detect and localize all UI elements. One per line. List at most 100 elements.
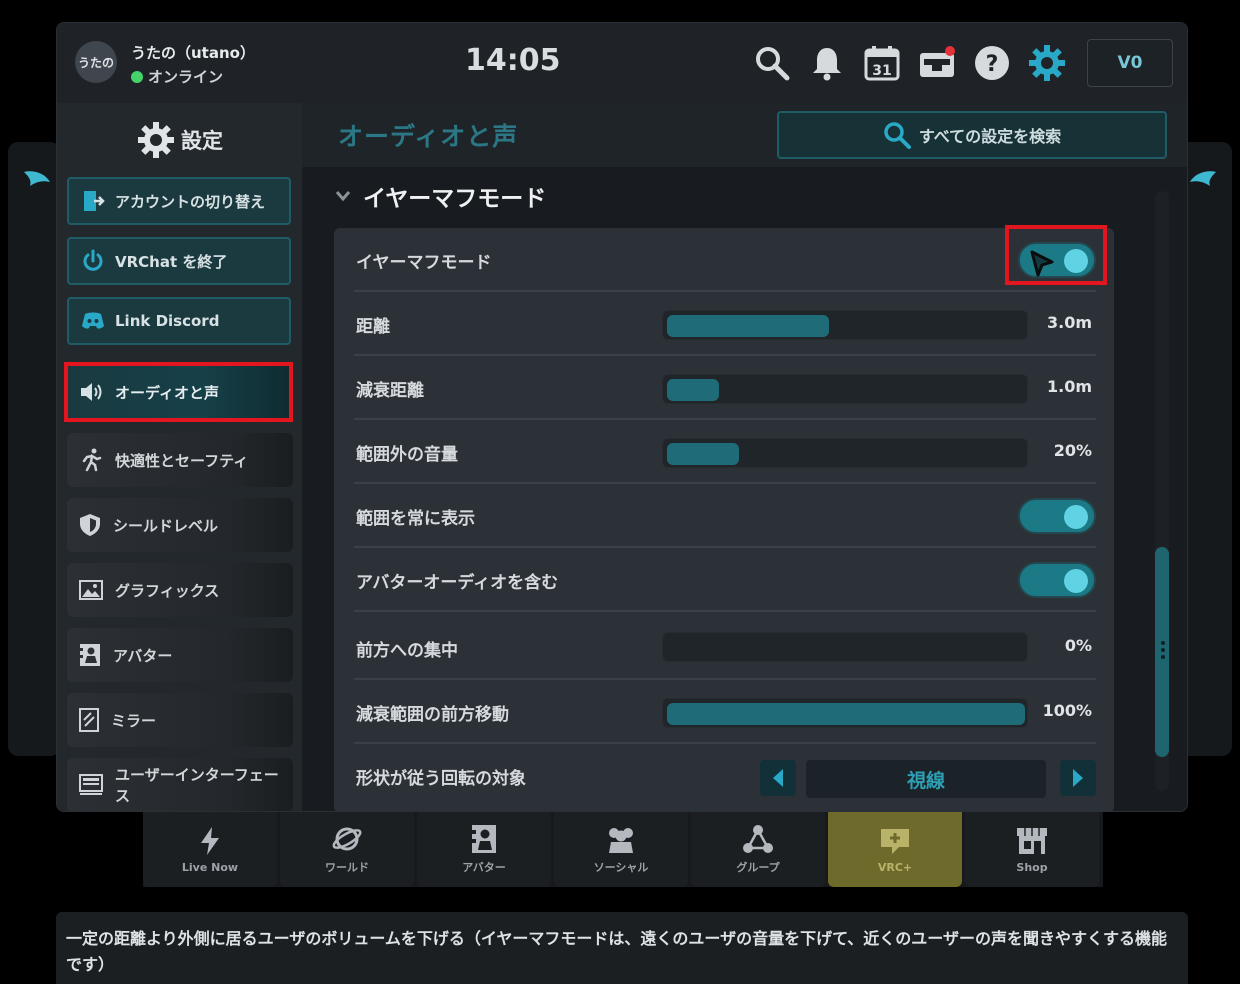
search-icon[interactable]: [752, 43, 792, 83]
sidebar-item-label: アバター: [113, 646, 173, 665]
setting-label: 減衰距離: [356, 381, 424, 401]
slider-value: 0%: [1064, 636, 1092, 655]
grip-dots-icon: [1161, 641, 1165, 659]
sidebar-item-label: 快適性とセーフティ: [115, 451, 249, 470]
sidebar-item-graphics[interactable]: グラフィックス: [67, 563, 293, 617]
calendar-day: 31: [872, 63, 891, 79]
gear-icon: [138, 122, 174, 158]
setting-row-outside-volume: 範囲外の音量 20%: [354, 420, 1096, 484]
slider-fill: [667, 379, 719, 401]
setting-label: 範囲を常に表示: [356, 509, 475, 529]
dock-worlds[interactable]: ワールド: [280, 812, 414, 887]
avatar-icon: [80, 644, 100, 666]
arrow-left-icon: [773, 769, 783, 787]
link-discord-button[interactable]: Link Discord: [67, 297, 291, 345]
sidebar-item-label: グラフィックス: [115, 581, 220, 600]
setting-row-earmuff-mode: イヤーマフモード: [354, 228, 1096, 292]
group-icon: [743, 825, 773, 853]
section-header-earmuff[interactable]: イヤーマフモード: [335, 179, 546, 213]
clock: 14:05: [465, 43, 561, 78]
image-icon: [79, 580, 103, 600]
quit-vrchat-button[interactable]: VRChat を終了: [67, 237, 291, 285]
chevron-down-icon: [335, 191, 351, 202]
calendar-icon[interactable]: 31: [862, 43, 902, 83]
distance-slider[interactable]: [662, 310, 1028, 340]
left-wing-panel: [8, 142, 60, 756]
dock-label: ワールド: [325, 861, 369, 874]
dock-social[interactable]: ソーシャル: [554, 812, 688, 887]
sidebar-item-avatar[interactable]: アバター: [67, 628, 293, 682]
mirror-icon: [79, 708, 99, 732]
slider-value: 20%: [1053, 441, 1092, 460]
falloff-forward-shift-slider[interactable]: [662, 698, 1028, 728]
sidebar-title-text: 設定: [181, 129, 223, 153]
setting-label: 減衰範囲の前方移動: [356, 705, 509, 725]
falloff-distance-slider[interactable]: [662, 374, 1028, 404]
setting-row-always-show-range: 範囲を常に表示: [354, 484, 1096, 548]
avatar-text: うたの: [77, 55, 114, 70]
settings-gear-icon[interactable]: [1027, 43, 1067, 83]
content-scrollbar[interactable]: [1155, 191, 1169, 791]
help-icon[interactable]: ?: [972, 43, 1012, 83]
settings-panel: イヤーマフモード 距離 3.0m 減衰距離 1.0m 範囲外の音量 20% 範囲…: [334, 228, 1114, 811]
switch-account-label: アカウントの切り替え: [115, 192, 266, 211]
shop-icon: [1017, 827, 1047, 854]
highlight-box-audio-item: [64, 362, 293, 422]
dock-label: アバター: [462, 861, 506, 874]
outside-volume-slider[interactable]: [662, 438, 1028, 468]
user-status: オンライン: [131, 66, 223, 87]
setting-label: アバターオーディオを含む: [356, 573, 559, 593]
sidebar-item-shield-level[interactable]: シールドレベル: [67, 498, 293, 552]
dock-live-now[interactable]: Live Now: [143, 812, 277, 887]
setting-label: 範囲外の音量: [356, 445, 458, 465]
always-show-range-toggle[interactable]: [1018, 498, 1096, 534]
planet-icon: [332, 827, 362, 851]
dock-label: グループ: [736, 861, 780, 874]
avatar[interactable]: うたの: [75, 41, 117, 83]
content-header: オーディオと声 すべての設定を検索: [302, 103, 1187, 167]
bell-icon[interactable]: [807, 43, 847, 83]
toggle-knob: [1064, 505, 1088, 529]
svg-text:?: ?: [986, 52, 999, 77]
setting-row-falloff-forward-shift: 減衰範囲の前方移動 100%: [354, 680, 1096, 744]
search-all-settings-button[interactable]: すべての設定を検索: [777, 111, 1167, 159]
power-icon: [83, 249, 103, 271]
shield-icon: [80, 514, 100, 536]
lightning-icon: [201, 826, 219, 855]
wing-icon: [1190, 171, 1216, 186]
switch-account-button[interactable]: アカウントの切り替え: [67, 177, 291, 225]
bottom-dock: Live Now ワールド アバター ソーシャル グループ VRC+ Shop: [143, 812, 1103, 887]
vrc-credits-balance[interactable]: V0: [1087, 39, 1173, 87]
setting-row-falloff-distance: 減衰距離 1.0m: [354, 356, 1096, 420]
dock-vrc-plus[interactable]: VRC+: [828, 812, 962, 887]
rotation-target-select[interactable]: 視線: [806, 760, 1046, 798]
next-option-button[interactable]: [1060, 760, 1096, 796]
sidebar-item-user-interface[interactable]: ユーザーインターフェース: [67, 758, 293, 811]
running-icon: [82, 448, 102, 472]
setting-label: 形状が従う回転の対象: [356, 769, 526, 789]
ui-icon: [79, 774, 103, 795]
forward-focus-slider[interactable]: [662, 632, 1028, 662]
dock-shop[interactable]: Shop: [965, 812, 1099, 887]
sidebar-item-mirror[interactable]: ミラー: [67, 693, 293, 747]
slider-fill: [667, 315, 829, 337]
dock-label: ソーシャル: [593, 861, 649, 874]
slider-value: 1.0m: [1046, 377, 1092, 396]
status-text: オンライン: [148, 68, 224, 86]
previous-option-button[interactable]: [760, 760, 796, 796]
sidebar-item-comfort-safety[interactable]: 快適性とセーフティ: [67, 433, 293, 487]
inbox-icon[interactable]: [917, 43, 957, 83]
arrow-right-icon: [1073, 769, 1083, 787]
sidebar-item-label: ユーザーインターフェース: [115, 766, 279, 805]
sidebar-item-label: シールドレベル: [113, 516, 219, 535]
highlight-box-earmuff-toggle: [1005, 225, 1107, 285]
online-dot-icon: [131, 70, 143, 83]
sidebar-item-label: ミラー: [111, 711, 157, 730]
wing-icon: [24, 171, 50, 186]
toggle-knob: [1064, 569, 1088, 593]
dock-groups[interactable]: グループ: [691, 812, 825, 887]
dock-avatars[interactable]: アバター: [417, 812, 551, 887]
slider-value: 100%: [1042, 701, 1092, 720]
page-title: オーディオと声: [338, 122, 519, 151]
include-avatar-audio-toggle[interactable]: [1018, 562, 1096, 598]
